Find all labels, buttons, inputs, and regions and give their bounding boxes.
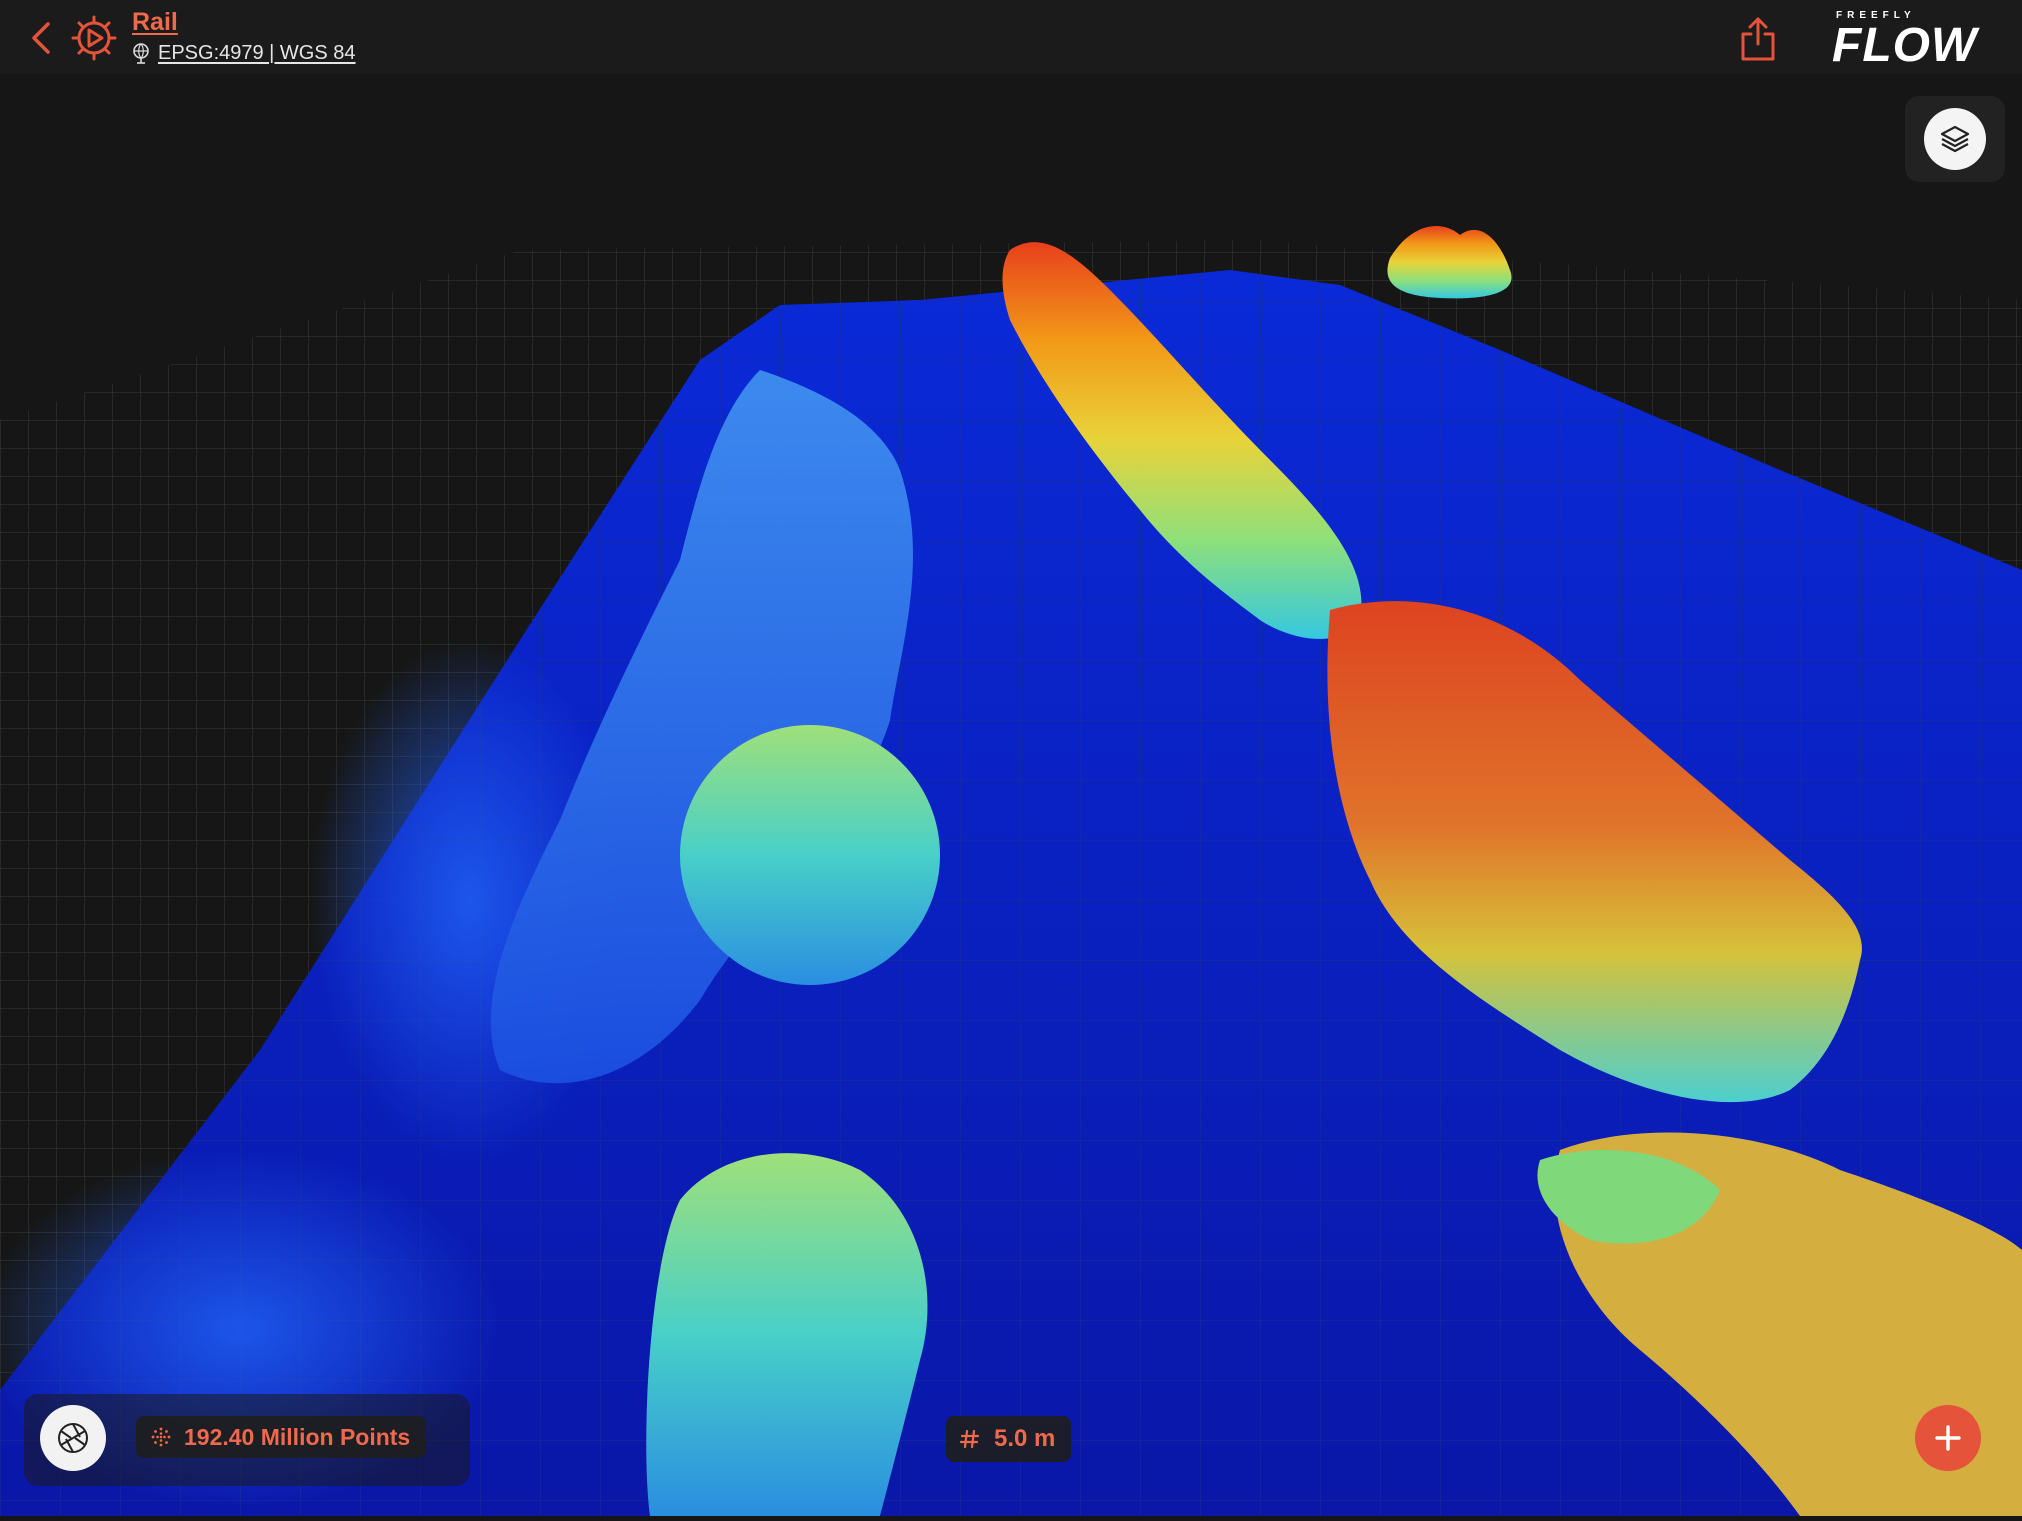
back-button[interactable] bbox=[22, 16, 62, 60]
grid-spacing-label: 5.0 m bbox=[994, 1425, 1056, 1452]
grid-hash-icon bbox=[960, 1429, 980, 1449]
crs-selector[interactable]: EPSG:4979 | WGS 84 bbox=[132, 40, 356, 66]
cog-play-icon bbox=[71, 15, 117, 61]
brand-big-text: FLOW bbox=[1832, 19, 1978, 72]
point-cloud-viewport[interactable] bbox=[0, 74, 2022, 1516]
layers-icon bbox=[1940, 125, 1970, 153]
point-cloud-render bbox=[0, 226, 2022, 1516]
screenshot-button[interactable] bbox=[40, 1405, 106, 1471]
share-icon bbox=[1741, 17, 1775, 61]
globe-pin-icon bbox=[133, 43, 149, 64]
project-title[interactable]: Rail bbox=[132, 8, 178, 37]
brand-logo: FREEFLY FLOW bbox=[1832, 10, 1982, 72]
point-cloud-icon bbox=[151, 1427, 171, 1447]
aperture-icon bbox=[58, 1423, 88, 1453]
share-button[interactable] bbox=[1735, 14, 1781, 64]
crs-label: EPSG:4979 | WGS 84 bbox=[158, 41, 356, 64]
top-bar: Rail EPSG:4979 | WGS 84 FREEFLY FLOW bbox=[0, 0, 2022, 74]
plus-icon bbox=[1935, 1425, 1961, 1451]
layers-panel bbox=[1905, 96, 2005, 182]
layers-button[interactable] bbox=[1924, 108, 1986, 170]
settings-button[interactable] bbox=[70, 14, 118, 62]
point-count-badge: 192.40 Million Points bbox=[136, 1416, 427, 1458]
add-button[interactable] bbox=[1915, 1405, 1981, 1471]
grid-spacing-control[interactable]: 5.0 m bbox=[946, 1416, 1072, 1462]
chevron-left-icon bbox=[32, 22, 50, 54]
point-count-label: 192.40 Million Points bbox=[184, 1423, 411, 1450]
